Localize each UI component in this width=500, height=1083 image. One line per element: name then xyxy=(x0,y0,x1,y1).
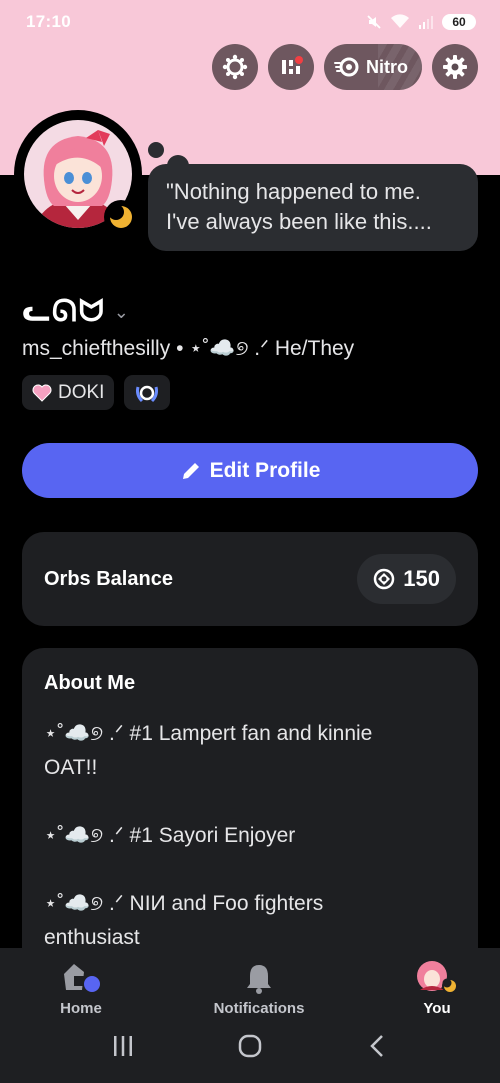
about-line: OAT!! xyxy=(44,756,98,779)
about-blank-line xyxy=(44,785,456,819)
signal-icon xyxy=(419,16,433,29)
orbs-quest-button[interactable] xyxy=(212,44,258,90)
back-icon[interactable] xyxy=(365,1033,389,1059)
status-time: 17:10 xyxy=(26,12,71,31)
tab-notifications[interactable]: Notifications xyxy=(213,960,305,1017)
username: ms_chiefthesilly xyxy=(22,337,171,360)
about-me-title: About Me xyxy=(44,672,136,694)
header-actions: Nitro xyxy=(212,44,478,90)
thought-dot-small xyxy=(148,142,164,158)
laurel-badge[interactable] xyxy=(124,375,171,410)
recents-icon[interactable] xyxy=(111,1034,135,1058)
home-circle-icon[interactable] xyxy=(237,1033,263,1059)
shop-icon xyxy=(282,56,303,74)
about-blank-line xyxy=(44,853,456,887)
bell-icon xyxy=(244,960,274,994)
custom-status-text: "Nothing happened to me. I've always bee… xyxy=(166,179,432,234)
server-tag-label: DOKI xyxy=(58,381,105,403)
bottom-navigation: Home Notifications You xyxy=(0,948,500,1083)
tab-notifications-label: Notifications xyxy=(213,1000,305,1017)
edit-profile-label: Edit Profile xyxy=(209,458,321,482)
status-bar: 17:10 60 xyxy=(0,0,500,44)
separator-dot: • xyxy=(176,337,184,360)
nitro-icon xyxy=(334,57,359,77)
tab-you[interactable]: You xyxy=(414,960,460,1017)
about-line: ⋆˚☁️୭ .ᐟ #1 Lampert fan and kinnie xyxy=(44,722,373,745)
orbs-balance-pill[interactable]: 150 xyxy=(357,554,456,604)
badges: DOKI xyxy=(22,375,171,410)
shop-button[interactable] xyxy=(268,44,314,90)
pencil-icon xyxy=(182,462,199,479)
settings-button[interactable] xyxy=(432,44,478,90)
orb-icon xyxy=(374,568,395,590)
orbs-quest-icon xyxy=(222,54,248,80)
custom-status-bubble[interactable]: "Nothing happened to me. I've always bee… xyxy=(148,164,478,251)
orbs-balance-card[interactable]: Orbs Balance 150 xyxy=(22,532,478,626)
tab-home[interactable]: Home xyxy=(58,960,104,1017)
display-name-row[interactable]: ᓚᘏᗢ ⌄ xyxy=(22,294,129,329)
status-icons: 60 xyxy=(366,14,476,30)
battery-icon: 60 xyxy=(442,14,476,30)
orbs-balance-label: Orbs Balance xyxy=(44,567,173,590)
tab-you-label: You xyxy=(423,1000,451,1017)
wifi-icon xyxy=(391,14,409,28)
server-tag-badge[interactable]: DOKI xyxy=(22,375,115,410)
settings-icon xyxy=(443,55,467,79)
mute-icon xyxy=(367,15,381,29)
nitro-label: Nitro xyxy=(366,56,408,77)
chevron-down-icon: ⌄ xyxy=(113,302,129,322)
pronouns: ⋆˚☁️୭ .ᐟ He/They xyxy=(189,337,355,360)
tab-home-label: Home xyxy=(60,1000,102,1017)
heart-icon xyxy=(32,384,52,402)
about-line: ⋆˚☁️୭ .ᐟ NIИ and Foo fighters xyxy=(44,892,324,915)
system-navigation xyxy=(0,1033,500,1059)
avatar xyxy=(414,960,460,994)
home-icon xyxy=(58,960,104,994)
idle-status-icon xyxy=(104,200,138,234)
edit-profile-button[interactable]: Edit Profile xyxy=(22,443,478,498)
orbs-balance-value: 150 xyxy=(403,566,440,591)
nav-tabs: Home Notifications You xyxy=(0,960,500,1017)
username-row: ms_chiefthesilly • ⋆˚☁️୭ .ᐟ He/They xyxy=(22,336,354,361)
display-name: ᓚᘏᗢ xyxy=(22,295,106,328)
about-line: ⋆˚☁️୭ .ᐟ #1 Sayori Enjoyer xyxy=(44,824,296,847)
laurel-badge-icon xyxy=(136,385,159,402)
nitro-button[interactable]: Nitro xyxy=(324,44,422,90)
